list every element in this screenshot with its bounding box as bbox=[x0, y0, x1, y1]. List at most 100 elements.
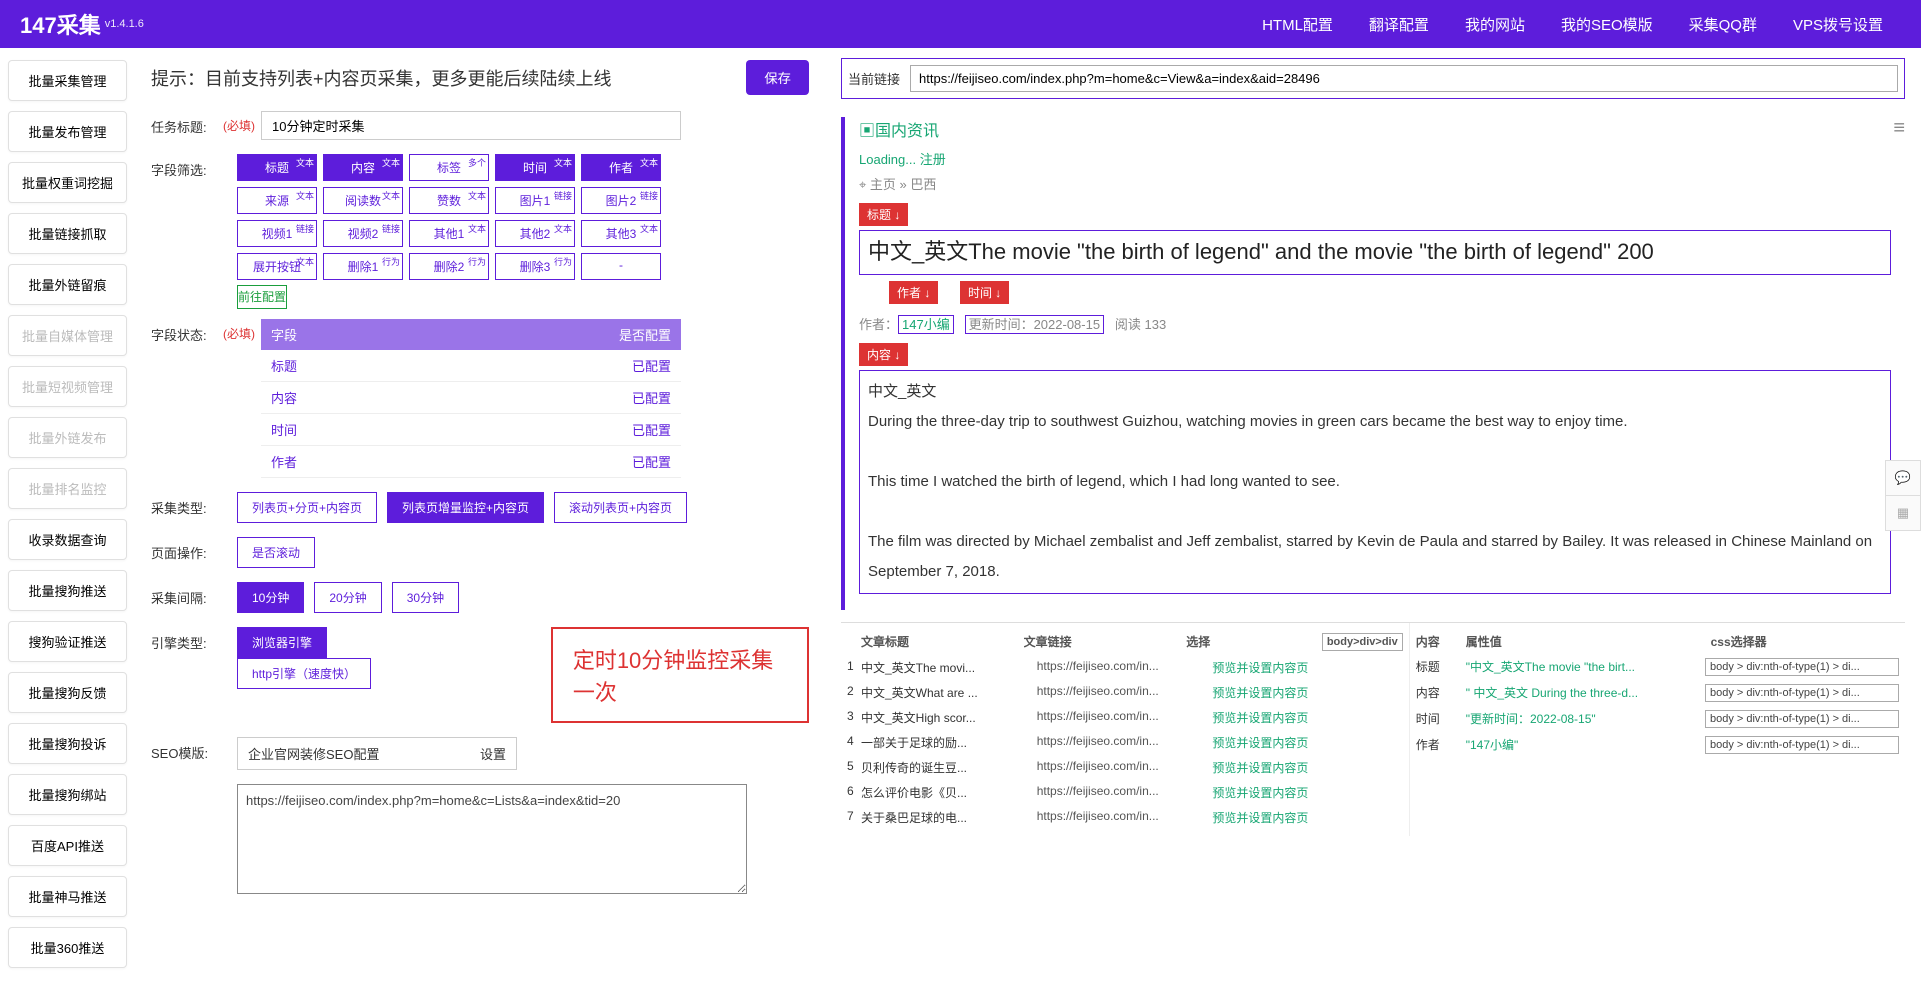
seo-select[interactable]: 企业官网装修SEO配置 设置 bbox=[237, 737, 517, 770]
seo-value: 企业官网装修SEO配置 bbox=[248, 744, 480, 763]
ctype-option[interactable]: 列表页+分页+内容页 bbox=[237, 492, 377, 523]
intv-option[interactable]: 30分钟 bbox=[392, 582, 459, 613]
article-row[interactable]: 3中文_英文High scor...https://feijiseo.com/i… bbox=[847, 705, 1403, 730]
sidebar-item[interactable]: 批量采集管理 bbox=[8, 60, 127, 101]
page-label: 页面操作: bbox=[151, 537, 223, 568]
article-row[interactable]: 2中文_英文What are ...https://feijiseo.com/i… bbox=[847, 680, 1403, 705]
field-chip[interactable]: 其他1文本 bbox=[409, 220, 489, 247]
sidebar-item[interactable]: 批量搜狗反馈 bbox=[8, 672, 127, 713]
sidebar-item[interactable]: 批量外链留痕 bbox=[8, 264, 127, 305]
field-chip[interactable]: 来源文本 bbox=[237, 187, 317, 214]
sidebar-item[interactable]: 收录数据查询 bbox=[8, 519, 127, 560]
field-chip[interactable]: 删除2行为 bbox=[409, 253, 489, 280]
status-label: 字段状态: bbox=[151, 319, 223, 478]
article-row[interactable]: 6怎么评价电影《贝...https://feijiseo.com/in...预览… bbox=[847, 780, 1403, 805]
sidebar-item[interactable]: 批量排名监控 bbox=[8, 468, 127, 509]
field-chip[interactable]: 图片2链接 bbox=[581, 187, 661, 214]
task-required: (必填) bbox=[223, 111, 255, 140]
sidebar-item[interactable]: 批量搜狗推送 bbox=[8, 570, 127, 611]
ctype-option[interactable]: 列表页增量监控+内容页 bbox=[387, 492, 544, 523]
nav-link[interactable]: 翻译配置 bbox=[1369, 17, 1429, 34]
article-row[interactable]: 5贝利传奇的诞生豆...https://feijiseo.com/in...预览… bbox=[847, 755, 1403, 780]
field-chip[interactable]: 展开按钮文本 bbox=[237, 253, 317, 280]
read-count: 阅读 133 bbox=[1115, 317, 1166, 332]
sidebar-item[interactable]: 批量链接抓取 bbox=[8, 213, 127, 254]
field-chip[interactable]: - bbox=[581, 253, 661, 280]
url-list-textarea[interactable]: https://feijiseo.com/index.php?m=home&c=… bbox=[237, 784, 747, 894]
field-chip[interactable]: 赞数文本 bbox=[409, 187, 489, 214]
nav-link[interactable]: 我的网站 bbox=[1465, 17, 1525, 34]
loading-text: Loading... 注册 bbox=[859, 152, 946, 167]
field-chip[interactable]: 其他3文本 bbox=[581, 220, 661, 247]
nav-link[interactable]: 我的SEO模版 bbox=[1561, 17, 1653, 34]
attr-row: 时间"更新时间：2022-08-15"body > div:nth-of-typ… bbox=[1416, 706, 1899, 732]
sidebar-item[interactable]: 批量发布管理 bbox=[8, 111, 127, 152]
status-row: 内容已配置 bbox=[261, 382, 681, 414]
preview-panel: 当前链接 ≡ ▣国内资讯 Loading... 注册 ⌖ 主页 » 巴西 标题 … bbox=[825, 48, 1921, 990]
nav-link[interactable]: 采集QQ群 bbox=[1689, 17, 1757, 34]
article-title: 中文_英文The movie "the birth of legend" and… bbox=[868, 237, 1882, 268]
breadcrumb: ⌖ 主页 » 巴西 bbox=[859, 174, 1891, 193]
field-chip[interactable]: 其他2文本 bbox=[495, 220, 575, 247]
field-chip[interactable]: 时间文本 bbox=[495, 154, 575, 181]
field-chip[interactable]: 标签多个 bbox=[409, 154, 489, 181]
hamburger-icon[interactable]: ≡ bbox=[1893, 117, 1905, 140]
bottom-tables: 文章标题 文章链接 选择 body>div>div 1中文_英文The movi… bbox=[841, 622, 1905, 836]
sidebar-item[interactable]: 批量外链发布 bbox=[8, 417, 127, 458]
sidebar-item[interactable]: 批量搜狗投诉 bbox=[8, 723, 127, 764]
status-row: 时间已配置 bbox=[261, 414, 681, 446]
nav-link[interactable]: HTML配置 bbox=[1262, 17, 1333, 34]
article-row[interactable]: 7关于桑巴足球的电...https://feijiseo.com/in...预览… bbox=[847, 805, 1403, 830]
sidebar-item[interactable]: 搜狗验证推送 bbox=[8, 621, 127, 662]
article-meta: 作者：147小编 更新时间：2022-08-15 阅读 133 bbox=[859, 314, 1891, 333]
ctype-label: 采集类型: bbox=[151, 492, 223, 523]
url-label: 当前链接 bbox=[848, 69, 900, 88]
seo-set[interactable]: 设置 bbox=[480, 744, 506, 763]
top-nav: 147采集 v1.4.1.6 HTML配置翻译配置我的网站我的SEO模版采集QQ… bbox=[0, 0, 1921, 48]
col-content: 内容 bbox=[1416, 633, 1466, 650]
content-highlight[interactable]: 中文_英文 During the three-day trip to south… bbox=[859, 370, 1891, 594]
ctype-option[interactable]: 滚动列表页+内容页 bbox=[554, 492, 687, 523]
sidebar-item[interactable]: 批量自媒体管理 bbox=[8, 315, 127, 356]
task-title-input[interactable] bbox=[261, 111, 681, 140]
intv-option[interactable]: 20分钟 bbox=[314, 582, 381, 613]
article-row[interactable]: 1中文_英文The movi...https://feijiseo.com/in… bbox=[847, 655, 1403, 680]
intv-option[interactable]: 10分钟 bbox=[237, 582, 304, 613]
sidebar-item[interactable]: 批量权重词挖掘 bbox=[8, 162, 127, 203]
selector-box[interactable]: body>div>div bbox=[1322, 633, 1403, 651]
qr-icon[interactable]: ▦ bbox=[1885, 495, 1921, 531]
sidebar-item[interactable]: 批量360推送 bbox=[8, 927, 127, 968]
field-chip[interactable]: 图片1链接 bbox=[495, 187, 575, 214]
status-required: (必填) bbox=[223, 319, 255, 478]
attr-row: 标题"中文_英文The movie "the birt...body > div… bbox=[1416, 654, 1899, 680]
chat-icon[interactable]: 💬 bbox=[1885, 460, 1921, 496]
field-chip[interactable]: 作者文本 bbox=[581, 154, 661, 181]
field-chip[interactable]: 阅读数文本 bbox=[323, 187, 403, 214]
attr-row: 作者"147小编"body > div:nth-of-type(1) > di.… bbox=[1416, 732, 1899, 758]
sidebar-item[interactable]: 批量神马推送 bbox=[8, 876, 127, 917]
engine-option[interactable]: http引擎（速度快） bbox=[237, 658, 371, 689]
field-chip[interactable]: 删除1行为 bbox=[323, 253, 403, 280]
title-highlight[interactable]: 中文_英文The movie "the birth of legend" and… bbox=[859, 230, 1891, 275]
callout-box: 定时10分钟监控采集一次 bbox=[551, 627, 809, 723]
field-chip[interactable]: 删除3行为 bbox=[495, 253, 575, 280]
field-chip[interactable]: 内容文本 bbox=[323, 154, 403, 181]
page-scroll-option[interactable]: 是否滚动 bbox=[237, 537, 315, 568]
nav-link[interactable]: VPS拨号设置 bbox=[1793, 17, 1883, 34]
field-chip[interactable]: 视频2链接 bbox=[323, 220, 403, 247]
sidebar-item[interactable]: 批量短视频管理 bbox=[8, 366, 127, 407]
sidebar-item[interactable]: 批量搜狗绑站 bbox=[8, 774, 127, 815]
current-url-input[interactable] bbox=[910, 65, 1898, 92]
field-chip[interactable]: 视频1链接 bbox=[237, 220, 317, 247]
engine-label: 引擎类型: bbox=[151, 627, 223, 723]
engine-option[interactable]: 浏览器引擎 bbox=[237, 627, 327, 658]
status-header: 字段是否配置 bbox=[261, 319, 681, 350]
goto-config-button[interactable]: 前往配置 bbox=[237, 285, 287, 309]
sidebar: 批量采集管理批量发布管理批量权重词挖掘批量链接抓取批量外链留痕批量自媒体管理批量… bbox=[0, 48, 135, 990]
attr-row: 内容" 中文_英文 During the three-d...body > di… bbox=[1416, 680, 1899, 706]
article-row[interactable]: 4一部关于足球的励...https://feijiseo.com/in...预览… bbox=[847, 730, 1403, 755]
sidebar-item[interactable]: 百度API推送 bbox=[8, 825, 127, 866]
field-chip[interactable]: 标题文本 bbox=[237, 154, 317, 181]
title-tag: 标题 ↓ bbox=[859, 203, 908, 226]
save-button[interactable]: 保存 bbox=[746, 60, 809, 95]
